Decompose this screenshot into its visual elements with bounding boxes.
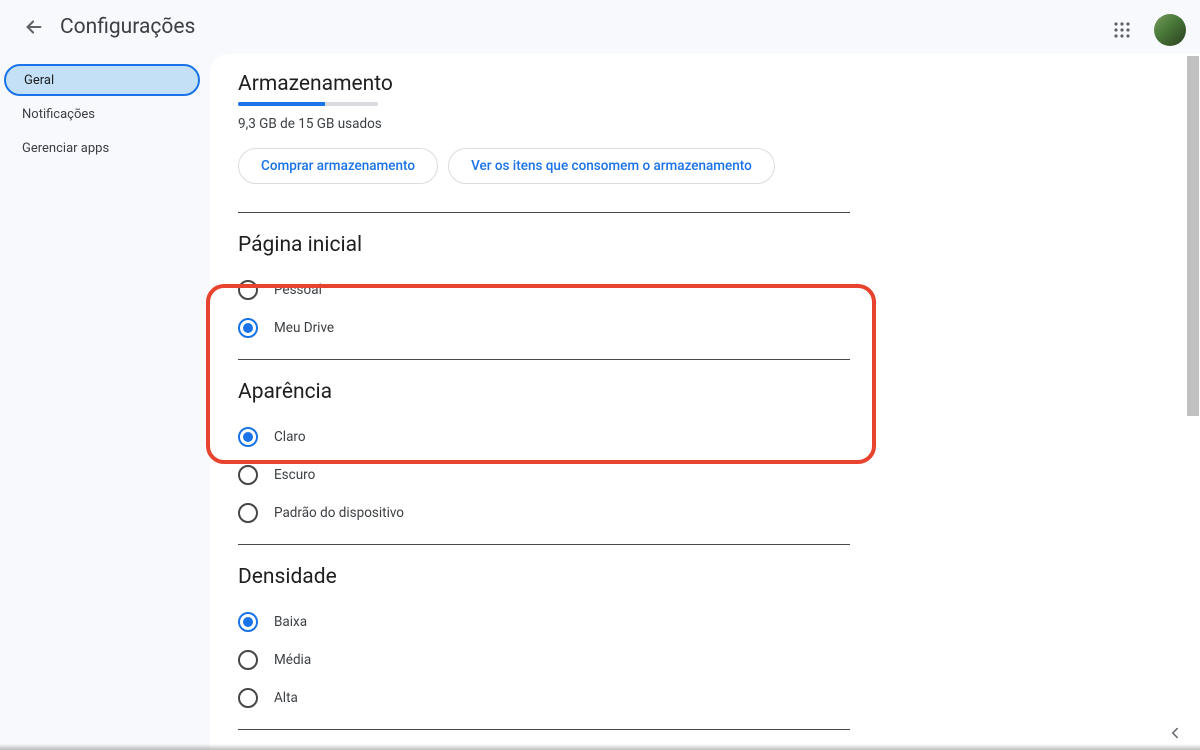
buy-storage-button[interactable]: Comprar armazenamento bbox=[238, 148, 438, 184]
sidebar: Geral Notificações Gerenciar apps bbox=[0, 54, 210, 750]
storage-usage-text: 9,3 GB de 15 GB usados bbox=[238, 116, 850, 132]
sidebar-item-general[interactable]: Geral bbox=[4, 64, 200, 96]
apps-grid-icon bbox=[1113, 21, 1131, 39]
radio-icon bbox=[238, 318, 258, 338]
radio-label: Pessoal bbox=[274, 282, 322, 298]
radio-label: Alta bbox=[274, 690, 298, 706]
density-option-high[interactable]: Alta bbox=[238, 679, 850, 717]
header-right bbox=[1102, 10, 1186, 50]
scrollbar-track[interactable] bbox=[1186, 56, 1200, 740]
chevron-left-icon bbox=[1166, 724, 1184, 742]
back-button[interactable] bbox=[14, 7, 54, 47]
layout: Geral Notificações Gerenciar apps Armaze… bbox=[0, 54, 1200, 750]
section-homepage: Página inicial Pessoal Meu Drive bbox=[238, 213, 850, 359]
homepage-title: Página inicial bbox=[238, 233, 850, 257]
storage-progress bbox=[238, 102, 378, 106]
storage-title: Armazenamento bbox=[238, 72, 850, 96]
radio-label: Claro bbox=[274, 429, 306, 445]
storage-progress-fill bbox=[238, 102, 325, 106]
radio-label: Meu Drive bbox=[274, 320, 334, 336]
radio-icon bbox=[238, 612, 258, 632]
section-appearance: Aparência Claro Escuro Padrão do disposi… bbox=[238, 360, 850, 544]
appearance-option-light[interactable]: Claro bbox=[238, 418, 850, 456]
radio-label: Padrão do dispositivo bbox=[274, 505, 404, 521]
radio-icon bbox=[238, 503, 258, 523]
sidebar-item-label: Geral bbox=[24, 73, 54, 88]
view-storage-items-button[interactable]: Ver os itens que consomem o armazenament… bbox=[448, 148, 775, 184]
storage-button-row: Comprar armazenamento Ver os itens que c… bbox=[238, 148, 850, 184]
scroll-area[interactable]: Armazenamento 9,3 GB de 15 GB usados Com… bbox=[210, 54, 1200, 750]
sidebar-item-label: Notificações bbox=[22, 107, 95, 122]
section-density: Densidade Baixa Média Alta bbox=[238, 545, 850, 729]
main-panel: Armazenamento 9,3 GB de 15 GB usados Com… bbox=[210, 54, 1200, 750]
account-avatar[interactable] bbox=[1154, 14, 1186, 46]
appearance-option-dark[interactable]: Escuro bbox=[238, 456, 850, 494]
radio-icon bbox=[238, 688, 258, 708]
sidebar-item-manage-apps[interactable]: Gerenciar apps bbox=[4, 132, 200, 164]
density-option-medium[interactable]: Média bbox=[238, 641, 850, 679]
page-title: Configurações bbox=[60, 15, 195, 39]
homepage-option-personal[interactable]: Pessoal bbox=[238, 271, 850, 309]
radio-label: Média bbox=[274, 652, 311, 668]
apps-launcher-button[interactable] bbox=[1102, 10, 1142, 50]
density-title: Densidade bbox=[238, 565, 850, 589]
density-option-low[interactable]: Baixa bbox=[238, 603, 850, 641]
content-inner: Armazenamento 9,3 GB de 15 GB usados Com… bbox=[238, 72, 850, 750]
radio-icon bbox=[238, 280, 258, 300]
radio-icon bbox=[238, 650, 258, 670]
radio-icon bbox=[238, 465, 258, 485]
footer-shadow bbox=[0, 744, 1200, 750]
radio-label: Escuro bbox=[274, 467, 315, 483]
radio-icon bbox=[238, 427, 258, 447]
appearance-title: Aparência bbox=[238, 380, 850, 404]
radio-label: Baixa bbox=[274, 614, 307, 630]
appearance-option-device-default[interactable]: Padrão do dispositivo bbox=[238, 494, 850, 532]
header: Configurações bbox=[0, 0, 1200, 54]
sidebar-item-label: Gerenciar apps bbox=[22, 141, 109, 156]
scrollbar-thumb[interactable] bbox=[1187, 56, 1199, 416]
side-panel-toggle[interactable] bbox=[1166, 724, 1184, 746]
section-storage: Armazenamento 9,3 GB de 15 GB usados Com… bbox=[238, 72, 850, 212]
arrow-left-icon bbox=[23, 16, 45, 38]
sidebar-item-notifications[interactable]: Notificações bbox=[4, 98, 200, 130]
homepage-option-mydrive[interactable]: Meu Drive bbox=[238, 309, 850, 347]
